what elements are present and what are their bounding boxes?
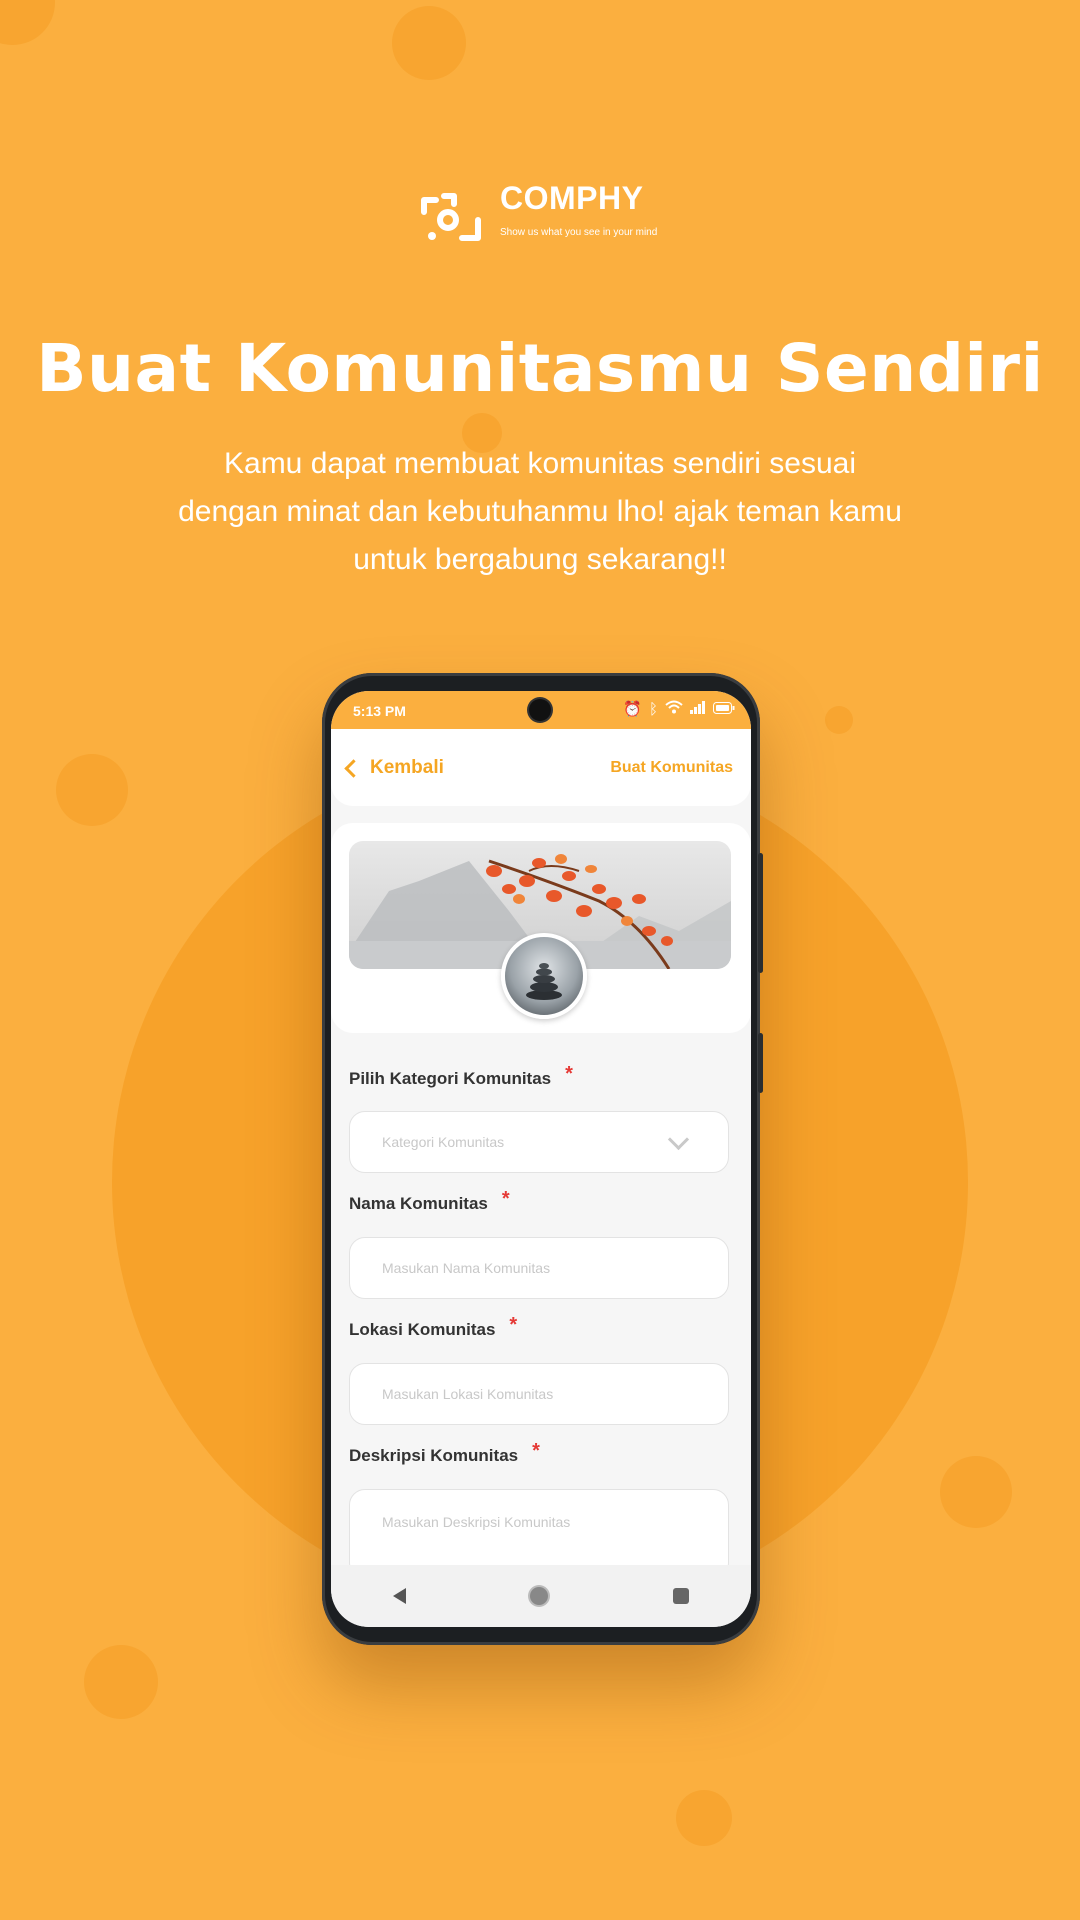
name-input[interactable]: Masukan Nama Komunitas [349, 1237, 729, 1299]
phone-side-button [758, 1033, 763, 1093]
hero-subtitle: Kamu dapat membuat komunitas sendiri ses… [178, 447, 902, 576]
brand-name: COMPHY [500, 180, 644, 216]
status-time: 5:13 PM [353, 703, 406, 719]
back-button[interactable]: Kembali [344, 757, 444, 779]
decor-circle [56, 754, 128, 826]
back-label: Kembali [370, 757, 444, 778]
required-marker: * [532, 1440, 540, 1462]
hero-title: Buat Komunitasmu Sendiri [36, 330, 1044, 407]
status-bar: 5:13 PM ⏰ ᛒ [331, 691, 751, 729]
community-avatar[interactable] [501, 933, 587, 1019]
app-top-bar: Kembali Buat Komunitas [331, 729, 751, 806]
required-marker: * [565, 1063, 573, 1085]
nav-recent-icon[interactable] [672, 1588, 689, 1604]
category-label: Pilih Kategori Komunitas * [349, 1063, 573, 1088]
brand-tagline: Show us what you see in your mind [500, 227, 658, 238]
phone-mockup: 5:13 PM ⏰ ᛒ Kembali Buat Komunitas Pilih… [322, 673, 763, 1645]
brand-logo: COMPHY Show us what you see in your mind [420, 180, 690, 250]
chevron-left-icon [344, 758, 363, 778]
battery-icon [713, 701, 735, 719]
decor-circle [676, 1790, 732, 1846]
required-marker: * [501, 1188, 510, 1210]
chevron-down-icon [667, 1128, 690, 1151]
cover-card [331, 823, 751, 1033]
bluetooth-icon: ᛒ [648, 700, 658, 718]
required-marker: * [509, 1314, 518, 1336]
name-label: Nama Komunitas * [349, 1188, 510, 1213]
alarm-icon: ⏰ [623, 700, 642, 718]
wifi-icon [665, 700, 683, 719]
description-label: Deskripsi Komunitas * [349, 1440, 540, 1465]
decor-circle [0, 0, 55, 45]
decor-circle [940, 1456, 1012, 1528]
front-camera [529, 699, 551, 721]
android-nav-bar [331, 1565, 751, 1627]
camera-focus-icon [421, 193, 481, 241]
phone-screen: 5:13 PM ⏰ ᛒ Kembali Buat Komunitas Pilih… [331, 691, 751, 1627]
stones-illustration [526, 963, 562, 1000]
status-icons: ⏰ ᛒ [623, 700, 735, 719]
signal-icon [690, 700, 706, 719]
nav-home-icon[interactable] [530, 1587, 549, 1605]
page-title: Buat Komunitas [610, 759, 733, 776]
decor-circle [84, 1645, 158, 1719]
location-input[interactable]: Masukan Lokasi Komunitas [349, 1363, 729, 1425]
phone-side-button [758, 853, 763, 973]
decor-circle [825, 706, 853, 734]
decor-circle [392, 6, 466, 80]
location-label: Lokasi Komunitas * [349, 1314, 518, 1339]
nav-back-icon[interactable] [393, 1588, 407, 1604]
category-select[interactable]: Kategori Komunitas [349, 1111, 729, 1173]
